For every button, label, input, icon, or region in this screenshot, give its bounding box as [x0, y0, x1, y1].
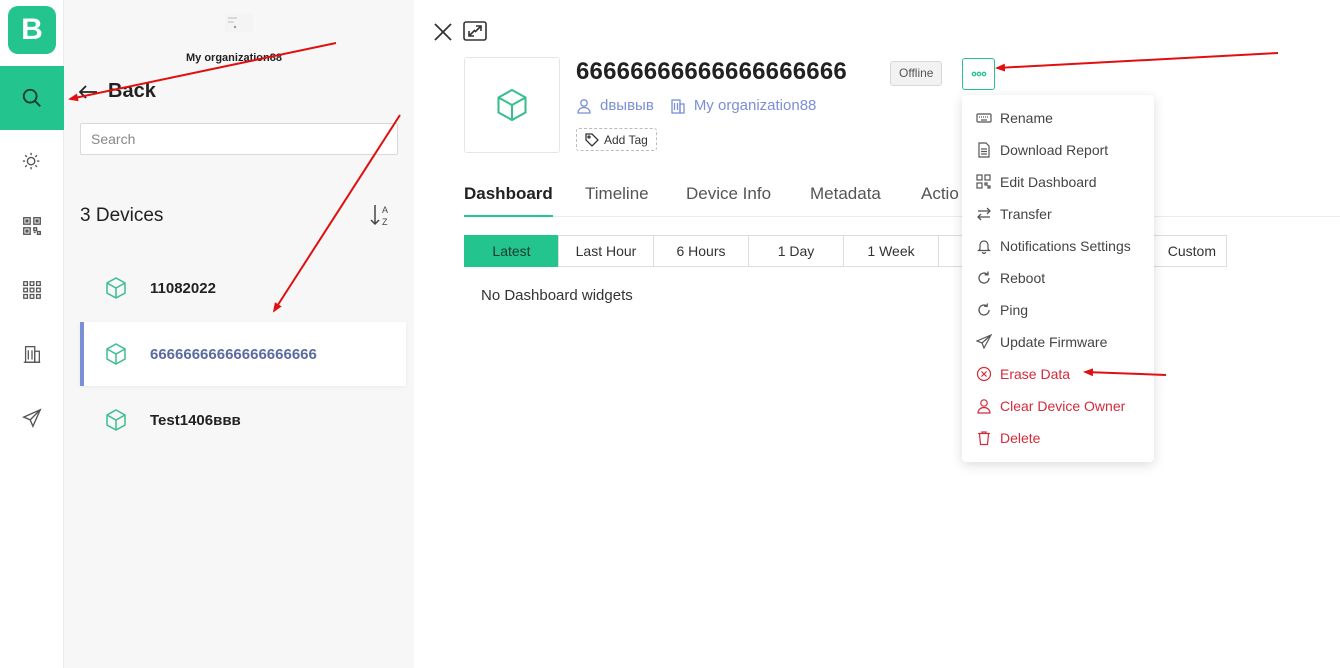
- tab-dashboard[interactable]: Dashboard: [464, 184, 553, 217]
- range-1-day[interactable]: 1 Day: [748, 235, 844, 267]
- cube-icon: [106, 409, 126, 431]
- menu-item-erase-data[interactable]: Erase Data: [962, 358, 1154, 390]
- menu-item-label: Update Firmware: [1000, 334, 1108, 350]
- organization-logo-icon: [225, 14, 253, 32]
- rail-provisioning[interactable]: [0, 194, 64, 258]
- cube-icon: [106, 277, 126, 299]
- menu-item-label: Delete: [1000, 430, 1041, 446]
- organization-link[interactable]: My organization88: [670, 97, 817, 114]
- menu-item-edit-dashboard[interactable]: Edit Dashboard: [962, 166, 1154, 198]
- menu-item-label: Erase Data: [1000, 366, 1071, 382]
- app-window: B My organization88 Back 3 Devices: [0, 0, 1340, 668]
- owner-link[interactable]: dвывыв: [576, 97, 654, 114]
- range-last-hour[interactable]: Last Hour: [558, 235, 654, 267]
- back-label: Back: [108, 80, 156, 102]
- menu-item-label: Reboot: [1000, 270, 1046, 286]
- send-icon: [22, 408, 42, 428]
- erase-icon: [976, 366, 992, 382]
- empty-dashboard-message: No Dashboard widgets: [481, 287, 633, 304]
- status-badge: Offline: [890, 61, 943, 86]
- menu-item-label: Ping: [1000, 302, 1029, 318]
- organization-name: My organization88: [186, 52, 282, 64]
- menu-item-label: Edit Dashboard: [1000, 174, 1097, 190]
- device-name: Test1406ввв: [150, 411, 241, 429]
- device-name: 66666666666666666666: [150, 345, 317, 363]
- transfer-icon: [977, 207, 991, 221]
- dashboard-icon: [976, 174, 991, 189]
- sort-az-icon[interactable]: A Z: [366, 200, 396, 230]
- device-title: 66666666666666666666: [576, 58, 847, 85]
- menu-item-label: Clear Device Owner: [1000, 398, 1126, 414]
- search-input[interactable]: [80, 123, 398, 155]
- menu-item-update-firmware[interactable]: Update Firmware: [962, 326, 1154, 358]
- more-dots-icon: [971, 71, 986, 77]
- range-1-week[interactable]: 1 Week: [843, 235, 939, 267]
- cube-icon: [106, 343, 126, 365]
- app-logo[interactable]: B: [8, 6, 56, 54]
- device-row[interactable]: Test1406ввв: [80, 388, 406, 452]
- tag-icon: [585, 132, 599, 147]
- menu-item-download-report[interactable]: Download Report: [962, 134, 1154, 166]
- reboot-icon: [978, 271, 990, 284]
- rail-messages[interactable]: [0, 386, 64, 450]
- menu-item-transfer[interactable]: Transfer: [962, 198, 1154, 230]
- user-icon: [977, 399, 991, 414]
- rail-automation[interactable]: [0, 130, 64, 194]
- tab-device-info[interactable]: Device Info: [686, 184, 771, 217]
- owner-name: dвывыв: [600, 97, 654, 114]
- menu-item-ping[interactable]: Ping: [962, 294, 1154, 326]
- add-tag-button[interactable]: Add Tag: [576, 128, 657, 151]
- device-row-selected[interactable]: 66666666666666666666: [80, 322, 406, 386]
- range-6-hours[interactable]: 6 Hours: [653, 235, 749, 267]
- menu-item-reboot[interactable]: Reboot: [962, 262, 1154, 294]
- menu-item-label: Download Report: [1000, 142, 1109, 158]
- device-image[interactable]: [464, 57, 560, 153]
- svg-text:Z: Z: [382, 217, 388, 227]
- qr-code-icon: [23, 217, 41, 235]
- tab-timeline[interactable]: Timeline: [585, 184, 649, 217]
- organization-name-link: My organization88: [693, 97, 817, 114]
- search-icon: [22, 88, 41, 107]
- device-name: 11082022: [150, 279, 216, 297]
- menu-item-label: Transfer: [1000, 206, 1052, 222]
- report-icon: [978, 142, 990, 158]
- more-actions-menu: Rename Download Report Edit Dashboard Tr…: [962, 95, 1154, 462]
- device-row[interactable]: 11082022: [80, 256, 406, 320]
- bell-icon: [977, 240, 991, 254]
- building-icon: [671, 98, 685, 114]
- trash-icon: [978, 431, 990, 446]
- tab-actions[interactable]: Actio: [921, 184, 959, 217]
- menu-item-delete[interactable]: Delete: [962, 422, 1154, 454]
- range-latest[interactable]: Latest: [464, 235, 559, 267]
- arrow-left-icon: [78, 84, 97, 99]
- device-meta: dвывыв My organization88: [576, 97, 816, 114]
- detail-tabs: Dashboard Timeline Device Info Metadata …: [464, 180, 1340, 217]
- rail-devices[interactable]: [0, 258, 64, 322]
- close-icon[interactable]: [432, 21, 454, 43]
- menu-item-label: Rename: [1000, 110, 1053, 126]
- more-actions-button[interactable]: [962, 58, 995, 90]
- building-icon: [23, 346, 41, 363]
- grid-icon: [23, 281, 41, 299]
- add-tag-label: Add Tag: [604, 132, 648, 147]
- menu-item-rename[interactable]: Rename: [962, 102, 1154, 134]
- menu-item-notifications-settings[interactable]: Notifications Settings: [962, 230, 1154, 262]
- tab-metadata[interactable]: Metadata: [810, 184, 881, 217]
- send-icon: [976, 334, 992, 350]
- svg-text:A: A: [382, 205, 388, 215]
- ping-icon: [978, 303, 990, 316]
- rail-search[interactable]: [0, 66, 64, 130]
- user-icon: [577, 98, 591, 114]
- icon-rail: B: [0, 0, 64, 668]
- menu-item-clear-device-owner[interactable]: Clear Device Owner: [962, 390, 1154, 422]
- device-count: 3 Devices: [80, 205, 164, 226]
- keyboard-icon: [976, 113, 992, 123]
- sun-icon: [22, 152, 40, 170]
- back-button[interactable]: Back: [78, 80, 156, 103]
- cube-icon: [497, 88, 527, 122]
- expand-icon[interactable]: [463, 20, 487, 42]
- menu-item-label: Notifications Settings: [1000, 238, 1131, 254]
- rail-organizations[interactable]: [0, 322, 64, 386]
